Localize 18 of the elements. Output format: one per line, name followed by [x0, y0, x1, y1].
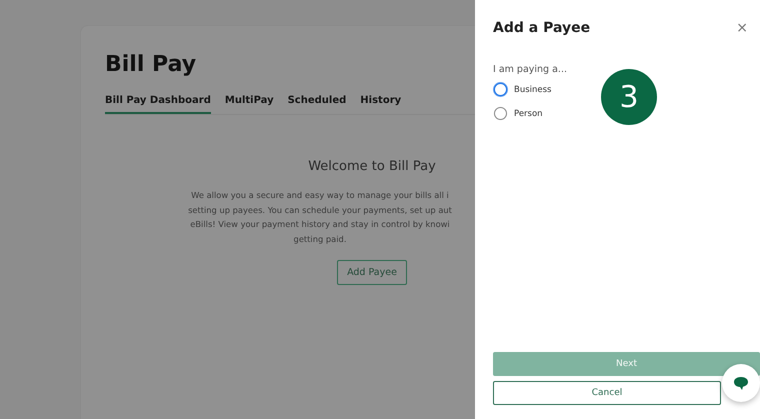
welcome-heading: Welcome to Bill Pay — [308, 159, 436, 174]
cancel-button[interactable]: Cancel — [493, 381, 721, 405]
tab[interactable]: Scheduled — [288, 91, 346, 114]
welcome-text: eBills! View your payment history and stay in control by knowi — [190, 218, 450, 231]
option-label: Business — [514, 84, 552, 94]
tab[interactable]: Bill Pay Dashboard — [105, 91, 211, 114]
add-payee-button[interactable]: Add Payee — [337, 260, 407, 285]
tab[interactable]: MultiPay — [224, 91, 274, 114]
page-title: Bill Pay — [105, 52, 198, 77]
chat-icon — [733, 376, 749, 390]
welcome-text: getting paid. — [294, 232, 346, 246]
close-button[interactable]: × — [734, 20, 750, 36]
question-label: I am paying a... — [493, 64, 568, 75]
welcome-text: We allow you a secure and easy way to manage your bills all i — [191, 189, 449, 202]
panel-title: Add a Payee — [493, 20, 590, 36]
welcome-text: setting up payees. You can schedule your payments, set up aut — [188, 204, 452, 217]
option-label: Person — [514, 108, 543, 118]
tab[interactable]: History — [360, 91, 402, 114]
